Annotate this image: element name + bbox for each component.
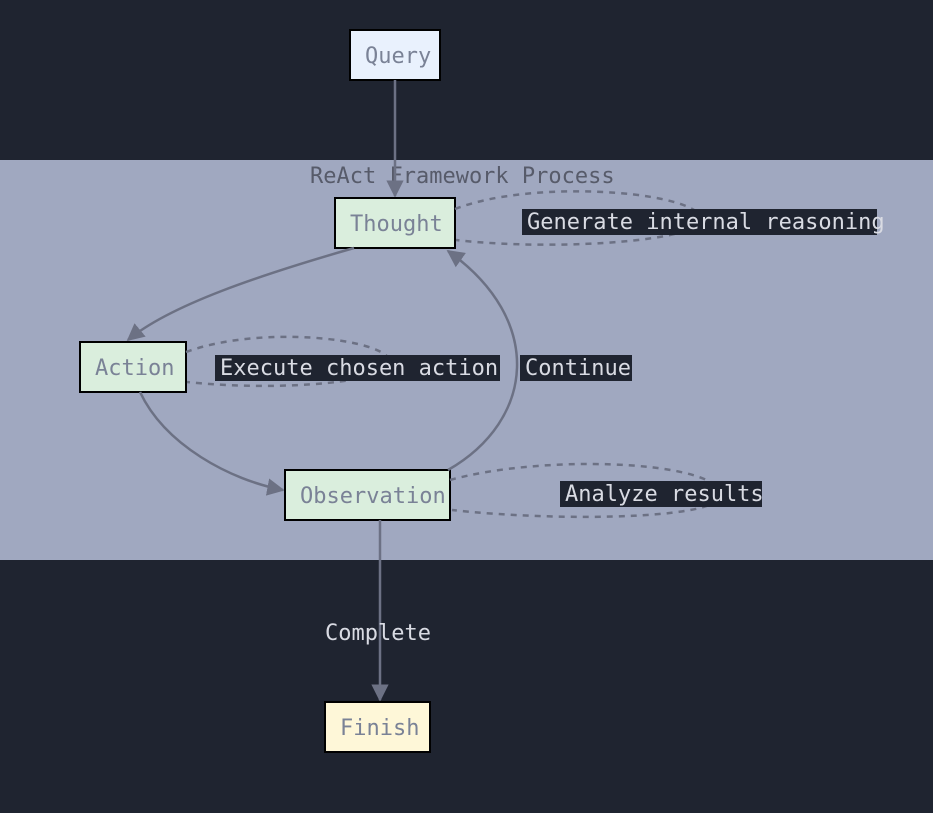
node-query-label: Query <box>365 44 431 69</box>
node-thought-label: Thought <box>350 212 443 237</box>
annot-thought: Generate internal reasoning <box>527 210 885 235</box>
node-observation-label: Observation <box>300 484 446 509</box>
diagram-canvas: ReAct Framework Process Query Thought Ge… <box>0 0 933 813</box>
frame-title: ReAct Framework Process <box>310 164 615 189</box>
annot-action: Execute chosen action <box>220 356 498 381</box>
edge-complete-label: Complete <box>325 621 431 646</box>
edge-continue-label: Continue <box>525 356 631 381</box>
node-finish-label: Finish <box>340 716 419 741</box>
node-action-label: Action <box>95 356 174 381</box>
annot-observation: Analyze results <box>565 482 764 507</box>
